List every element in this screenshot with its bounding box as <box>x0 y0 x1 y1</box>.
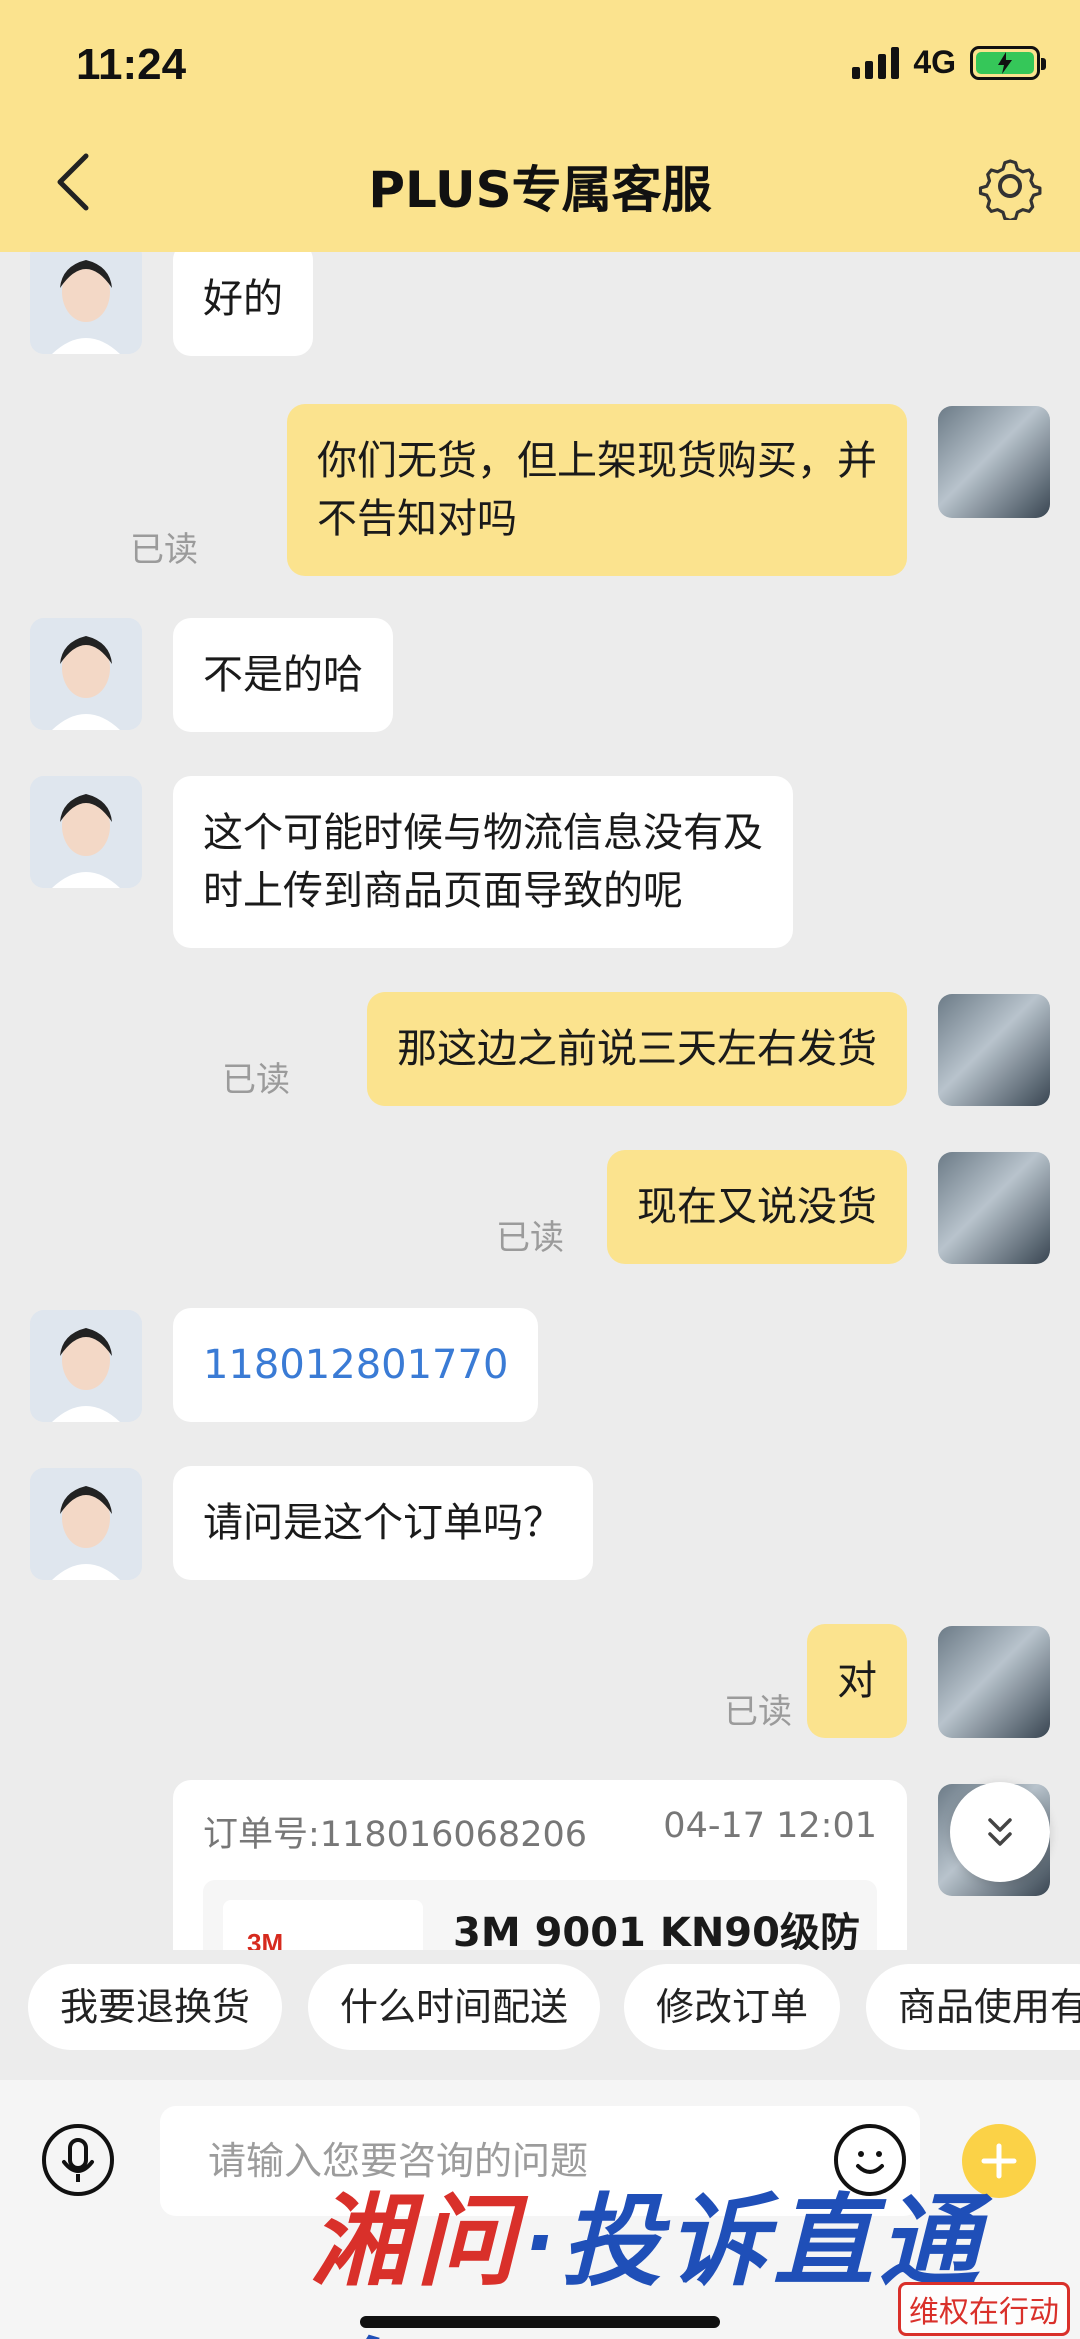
chat-bubble-agent: 118012801770 <box>173 1308 539 1422</box>
order-number-link[interactable]: 118012801770 <box>203 1342 508 1388</box>
message-line: 你们无货，但上架现货购买，并 <box>317 438 877 484</box>
user-avatar[interactable] <box>938 1626 1050 1738</box>
message-text: 那这边之前说三天左右发货 <box>397 1026 877 1072</box>
chat-bubble-agent: 这个可能时候与物流信息没有及 时上传到商品页面导致的呢 <box>173 776 793 948</box>
quick-reply-bar: 我要退换货 什么时间配送 修改订单 商品使用有 <box>0 1950 1080 2080</box>
agent-avatar[interactable] <box>30 252 142 354</box>
message-line: 不告知对吗 <box>317 496 517 542</box>
read-status: 已读 <box>130 530 198 570</box>
message-text: 不是的哈 <box>203 652 363 698</box>
chat-bubble-user: 那这边之前说三天左右发货 <box>367 992 907 1106</box>
chat-bubble-user: 对 <box>807 1624 907 1738</box>
top-bar: 11:24 4G PLUS专属客服 <box>0 0 1080 252</box>
read-status: 已读 <box>724 1692 792 1732</box>
status-time: 11:24 <box>76 40 187 89</box>
message-text: 请问是这个订单吗？ <box>203 1500 563 1546</box>
agent-avatar[interactable] <box>30 776 142 888</box>
user-avatar[interactable] <box>938 1152 1050 1264</box>
order-number: 订单号:118016068206 <box>203 1815 588 1855</box>
quick-reply-chip[interactable]: 什么时间配送 <box>308 1964 601 2050</box>
agent-avatar[interactable] <box>30 1468 142 1580</box>
battery-icon <box>970 45 1046 80</box>
user-avatar[interactable] <box>938 994 1050 1106</box>
message-line: 这个可能时候与物流信息没有及 <box>203 810 763 856</box>
message-text: 好的 <box>203 276 283 322</box>
quick-reply-chip[interactable]: 我要退换货 <box>28 1964 283 2050</box>
chat-bubble-agent: 请问是这个订单吗？ <box>173 1466 593 1580</box>
watermark-left: 湘问 <box>310 2186 522 2298</box>
status-icons: 4G <box>852 44 1046 81</box>
message-text: 对 <box>837 1658 877 1704</box>
scroll-down-button[interactable] <box>950 1782 1050 1882</box>
quick-reply-chip[interactable]: 修改订单 <box>624 1964 841 2050</box>
signal-icon <box>852 46 900 79</box>
read-status: 已读 <box>222 1060 290 1100</box>
input-bar: 请输入您要咨询的问题 湘问·投诉直通车 维权在行动 <box>0 2080 1080 2339</box>
settings-gear-icon[interactable] <box>976 152 1044 220</box>
chevron-double-down-icon <box>988 1818 1012 1846</box>
page-title: PLUS专属客服 <box>368 161 712 219</box>
order-time: 04-17 12:01 <box>663 1806 877 1846</box>
agent-avatar[interactable] <box>30 618 142 730</box>
read-status: 已读 <box>496 1218 564 1258</box>
order-product[interactable]: 3M 3M 9001 KN90级防 <box>203 1880 877 1950</box>
quick-reply-chip[interactable]: 商品使用有 <box>866 1964 1080 2050</box>
product-brand: 3M <box>247 1928 284 1950</box>
agent-avatar[interactable] <box>30 1310 142 1422</box>
chat-bubble-user: 现在又说没货 <box>607 1150 907 1264</box>
chat-bubble-user: 你们无货，但上架现货购买，并 不告知对吗 <box>287 404 907 576</box>
message-line: 时上传到商品页面导致的呢 <box>203 868 683 914</box>
chat-bubble-agent: 好的 <box>173 252 313 356</box>
order-card[interactable]: 订单号:118016068206 04-17 12:01 3M 3M 9001 … <box>173 1780 907 1950</box>
chat-bubble-agent: 不是的哈 <box>173 618 393 732</box>
user-avatar[interactable] <box>938 406 1050 518</box>
microphone-icon <box>62 2138 94 2182</box>
watermark-stamp: 维权在行动 <box>898 2282 1070 2336</box>
voice-button[interactable] <box>42 2124 114 2196</box>
network-type: 4G <box>913 44 956 80</box>
message-text: 现在又说没货 <box>637 1184 877 1230</box>
home-indicator <box>360 2316 720 2328</box>
product-thumbnail: 3M <box>223 1900 423 1950</box>
product-title: 3M 9001 KN90级防 <box>453 1910 860 1950</box>
chat-area[interactable]: 好的 你们无货，但上架现货购买，并 不告知对吗 已读 不是的哈 这个可能时候与物… <box>0 252 1080 1950</box>
